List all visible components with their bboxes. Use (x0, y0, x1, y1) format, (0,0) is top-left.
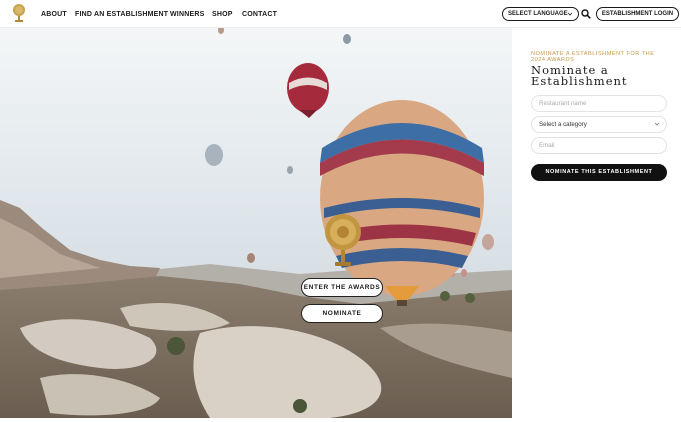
chevron-down-icon (567, 12, 573, 16)
nav-contact[interactable]: CONTACT (242, 11, 277, 18)
language-select[interactable]: SELECT LANGUAGE (502, 7, 579, 21)
nominate-button[interactable]: NOMINATE (301, 304, 383, 323)
restaurant-name-input[interactable]: Restaurant name (531, 95, 667, 112)
email-input[interactable]: Email (531, 137, 667, 154)
category-select-value: Select a category (539, 121, 587, 128)
category-select[interactable]: Select a category (531, 116, 667, 133)
page-footer-strip (0, 418, 681, 422)
nav-about[interactable]: ABOUT (41, 11, 67, 18)
hero-balloon-photo (0, 28, 512, 418)
enter-awards-button[interactable]: ENTER THE AWARDS (301, 278, 383, 297)
nominate-establishment-button[interactable]: NOMINATE THIS ESTABLISHMENT (531, 164, 667, 181)
establishment-login-button[interactable]: ESTABLISHMENT LOGIN (596, 7, 679, 21)
chevron-down-icon (654, 122, 660, 126)
trophy-emblem-icon (325, 214, 361, 266)
nav-winners[interactable]: WINNERS (170, 11, 204, 18)
nav-find-establishment[interactable]: FIND AN ESTABLISHMENT (75, 11, 168, 18)
form-title: Nominate a Establishment (531, 63, 628, 88)
hero-section: ENTER THE AWARDS NOMINATE (0, 28, 512, 418)
search-icon[interactable] (581, 9, 591, 19)
language-select-label: SELECT LANGUAGE (508, 11, 568, 17)
site-header: ABOUT FIND AN ESTABLISHMENT WINNERS SHOP… (0, 0, 681, 28)
nomination-panel: NOMINATE A ESTABLISHMENT FOR THE 2024 AW… (512, 28, 681, 418)
nav-shop[interactable]: SHOP (212, 11, 233, 18)
trophy-logo-icon[interactable] (11, 3, 27, 24)
form-kicker: NOMINATE A ESTABLISHMENT FOR THE 2024 AW… (531, 51, 655, 63)
